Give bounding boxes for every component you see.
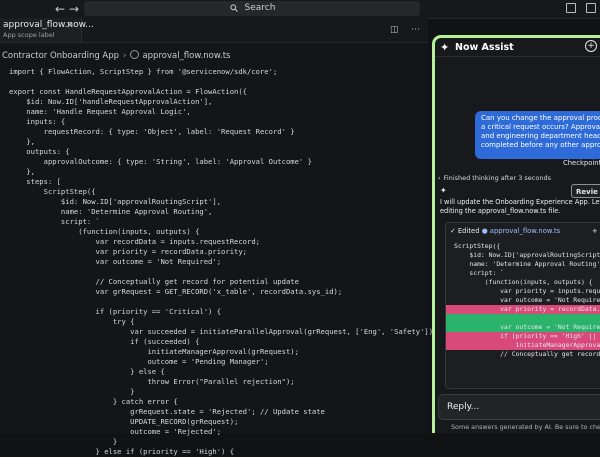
edit-card: ✓ Edited ● approval_flow.now.ts + Script… xyxy=(445,222,600,389)
reply-line: I will update the Onboarding Experience … xyxy=(440,198,600,206)
tab-title: approval_flow.now... xyxy=(3,20,94,30)
thinking-label: Finished thinking after 3 seconds xyxy=(443,174,551,182)
code-line: ScriptStep({ xyxy=(9,187,96,196)
assist-title: Now Assist xyxy=(455,42,514,53)
code-line: var grRequest = GET_RECORD('x_table', re… xyxy=(9,287,343,296)
code-line: outputs: { xyxy=(9,147,70,156)
checkpoint-link[interactable]: Checkpoint xyxy=(563,159,600,167)
edit-status: Edited xyxy=(457,227,480,235)
chevron-right-icon: › xyxy=(123,51,127,61)
user-message-line: a critical request occurs? Approval fro xyxy=(481,123,600,131)
diff-line: $id: Now.ID['approvalRoutingScript xyxy=(454,251,600,259)
forward-arrow-icon[interactable]: → xyxy=(67,2,81,16)
code-line: steps: [ xyxy=(9,177,61,186)
breadcrumb-project[interactable]: Contractor Onboarding App xyxy=(2,51,119,61)
user-message-line: Can you change the approval process xyxy=(481,114,600,122)
diff-line: ScriptStep({ xyxy=(454,242,501,250)
tab-subtitle: App scope label xyxy=(3,31,55,39)
search-icon xyxy=(230,4,238,12)
sparkle-icon: ✦ xyxy=(440,41,450,54)
sidebar-toggle-icon[interactable] xyxy=(566,3,576,13)
ai-disclaimer: Some answers generated by AI. Be sure to… xyxy=(451,423,600,431)
breadcrumb-file[interactable]: approval_flow.now.ts xyxy=(142,51,230,61)
code-line: name: 'Determine Approval Routing', xyxy=(9,207,213,216)
reply-line: editing the approval_flow.now.ts file. xyxy=(440,207,561,215)
expand-icon[interactable]: + xyxy=(592,227,598,235)
code-line: } xyxy=(9,387,135,396)
code-line: import { FlowAction, ScriptStep } from '… xyxy=(9,67,278,76)
chevron-right-icon: › xyxy=(438,174,441,182)
diff-line: var outcome = 'Not Require xyxy=(454,296,600,304)
code-line: var outcome = 'Not Required'; xyxy=(9,257,222,266)
file-icon xyxy=(130,50,140,59)
code-line: name: 'Handle Request Approval Logic', xyxy=(9,107,191,116)
code-line: if (succeeded) { xyxy=(9,337,200,346)
sparkle-icon: ✦ xyxy=(440,186,447,195)
search-bar[interactable]: Search xyxy=(84,1,420,16)
code-line: }, xyxy=(9,137,35,146)
check-icon: ✓ xyxy=(450,227,458,235)
diff-line: (function(inputs, outputs) { xyxy=(454,278,593,286)
code-line: try { xyxy=(9,317,135,326)
reply-input[interactable]: Reply... xyxy=(438,394,600,420)
more-options-icon[interactable]: ⋯ xyxy=(411,25,420,35)
code-line: outcome = 'Rejected'; xyxy=(9,427,222,436)
search-label: Search xyxy=(244,3,276,13)
code-line: grRequest.state = 'Rejected'; // Update … xyxy=(9,407,325,416)
diff-line: name: 'Determine Approval Routing' xyxy=(454,260,600,268)
edit-header: ✓ Edited ● approval_flow.now.ts + xyxy=(450,227,598,235)
code-line: } else if (priority == 'High') { xyxy=(9,447,235,456)
panel-toggle-icon[interactable] xyxy=(586,3,596,13)
code-line: if (priority == 'Critical') { xyxy=(9,307,222,316)
assistant-reply: I will update the Onboarding Experience … xyxy=(440,198,600,216)
code-line: // Conceptually get record for potential… xyxy=(9,277,299,286)
diff-line: // Conceptually get record xyxy=(454,350,600,358)
tab-approval-flow[interactable]: approval_flow.now... App scope label ✕ xyxy=(0,18,94,42)
edit-file: approval_flow.now.ts xyxy=(489,227,561,235)
code-line: inputs: { xyxy=(9,117,66,126)
code-editor: approval_flow.now... App scope label ✕ ◫… xyxy=(0,18,437,456)
code-line: } catch error { xyxy=(9,397,178,406)
review-button[interactable]: Revie xyxy=(571,184,600,198)
diff-line: script: ` xyxy=(454,269,505,277)
thinking-status[interactable]: › Finished thinking after 3 seconds xyxy=(438,174,551,182)
diff-line: if (priority == 'High' || p xyxy=(454,332,600,340)
code-line: var recordData = inputs.requestRecord; xyxy=(9,237,260,246)
code-line: } else { xyxy=(9,367,165,376)
back-arrow-icon[interactable]: ← xyxy=(53,2,67,16)
code-line: $id: Now.ID['handleRequestApprovalAction… xyxy=(9,97,213,106)
code-line: export const HandleRequestApprovalAction… xyxy=(9,87,247,96)
code-line: }, xyxy=(9,167,35,176)
split-editor-icon[interactable]: ◫ xyxy=(390,25,399,35)
code-line: throw Error("Parallel rejection"); xyxy=(9,377,295,386)
code-line: UPDATE_RECORD(grRequest); xyxy=(9,417,239,426)
code-line: approvalOutcome: { type: 'String', label… xyxy=(9,157,312,166)
diff-added-band xyxy=(446,314,600,323)
user-message-line: completed before any other approvals xyxy=(481,141,600,149)
now-assist-panel: ✦ Now Assist + Can you change the approv… xyxy=(432,35,600,433)
code-line: $id: Now.ID['approvalRoutingScript'], xyxy=(9,197,222,206)
close-icon[interactable]: ✕ xyxy=(66,21,74,31)
top-bar: ← → Search xyxy=(0,0,600,19)
code-line: var succeeded = initiateParallelApproval… xyxy=(9,327,438,336)
code-line: requestRecord: { type: 'Object', label: … xyxy=(9,127,295,136)
breadcrumb: Contractor Onboarding App › approval_flow.… xyxy=(2,50,230,62)
user-message-line: and engineering department heads sh xyxy=(481,132,600,140)
divider xyxy=(435,56,600,57)
code-line: (function(inputs, outputs) { xyxy=(9,227,200,236)
code-line: } xyxy=(9,437,118,446)
diff-line: initiateManagerApprova xyxy=(454,341,600,349)
code-line: outcome = 'Pending Manager'; xyxy=(9,357,269,366)
diff-line: var priority = inputs.requ xyxy=(454,287,600,295)
code-line: script: ` xyxy=(9,217,100,226)
new-chat-icon[interactable]: + xyxy=(585,40,597,52)
file-link[interactable]: ● approval_flow.now.ts xyxy=(482,227,560,235)
code-line: var priority = recordData.priority; xyxy=(9,247,247,256)
user-message: Can you change the approval process a cr… xyxy=(475,111,600,159)
diff-line: var priority = recordData. xyxy=(454,305,600,313)
code-line: initiateManagerApproval(grRequest); xyxy=(9,347,299,356)
tab-strip: approval_flow.now... App scope label ✕ ◫… xyxy=(0,18,428,43)
diff-line: var outcome = 'Not Require xyxy=(454,323,600,331)
